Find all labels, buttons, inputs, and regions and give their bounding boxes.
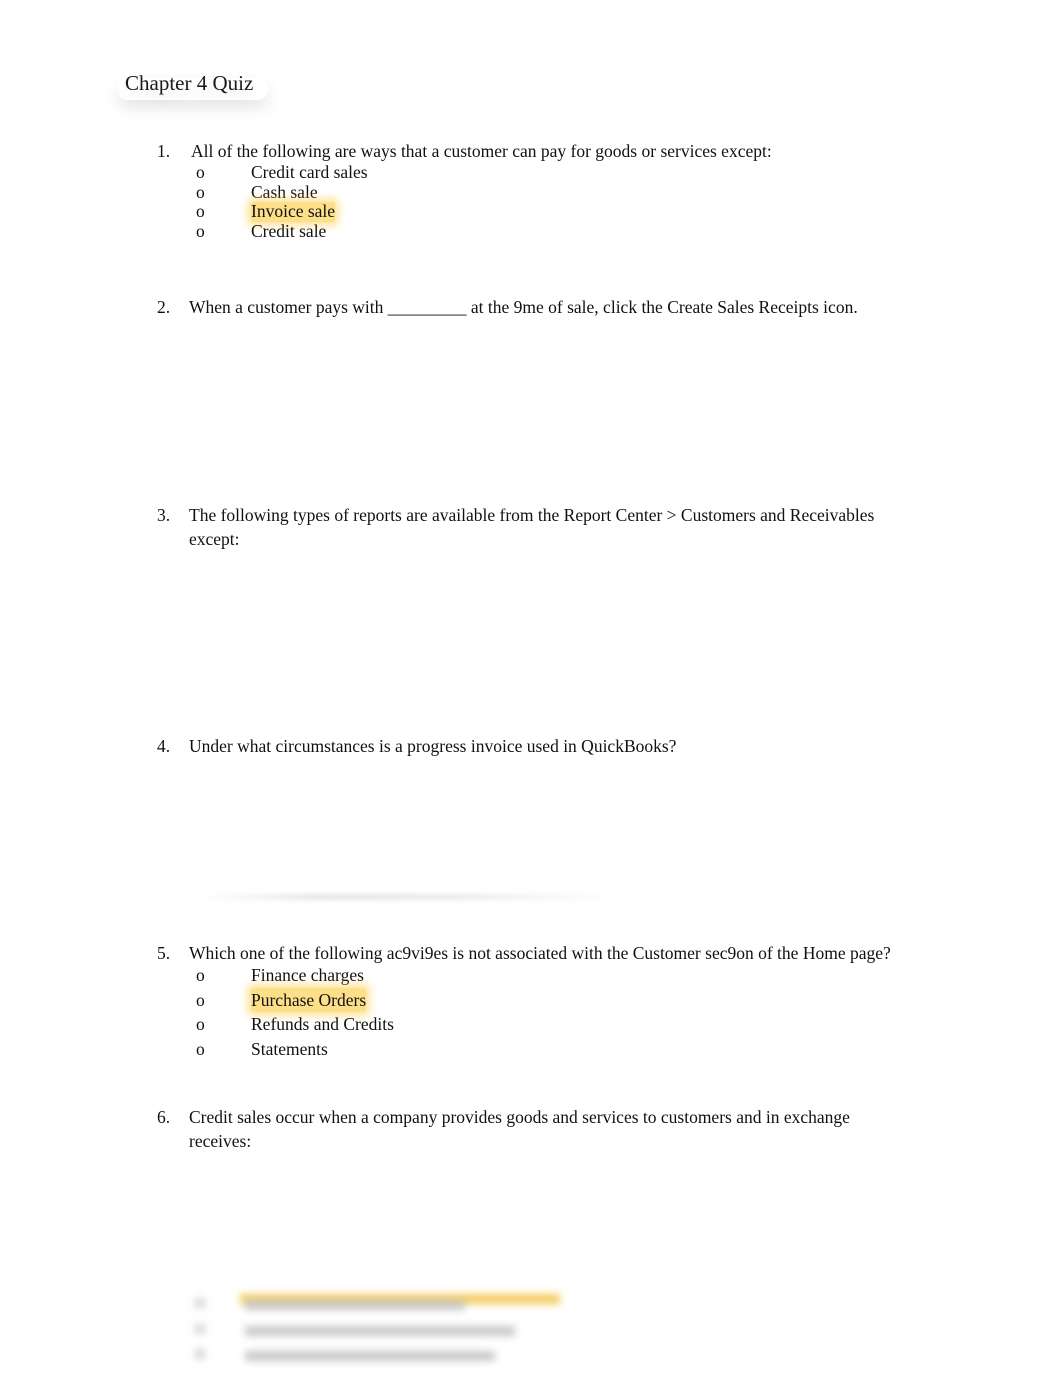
blurred-bullet: [195, 1324, 205, 1334]
question-number: 5.: [157, 943, 171, 963]
blurred-bullet: [195, 1298, 205, 1308]
option-label-highlighted: Invoice sale: [251, 201, 336, 222]
page-title: Chapter 4 Quiz: [125, 71, 254, 95]
option-label: Finance charges: [251, 965, 364, 985]
bullet-icon: o: [196, 201, 205, 221]
question-text: Which one of the following ac9vi9es is n…: [189, 943, 891, 963]
question-text: When a customer pays with _________ at t…: [189, 297, 858, 317]
question-text: Under what circumstances is a progress i…: [189, 736, 677, 756]
option-label-highlighted: Purchase Orders: [251, 987, 367, 1012]
bullet-icon: o: [196, 162, 205, 182]
question-text: All of the following are ways that a cus…: [191, 141, 772, 161]
blurred-line: [245, 1326, 515, 1336]
bullet-icon: o: [196, 181, 205, 202]
question-number: 6.: [157, 1107, 171, 1127]
bullet-icon: o: [196, 1014, 205, 1034]
bullet-icon: o: [196, 965, 205, 985]
question-number: 1.: [157, 141, 171, 161]
blurred-options: [185, 1294, 575, 1369]
blurred-bullet: [195, 1349, 205, 1359]
option-label: Statements: [251, 1038, 328, 1059]
option-label: Credit sale: [251, 220, 327, 241]
bullet-icon: o: [196, 1038, 205, 1059]
option-label: Cash sale: [251, 181, 318, 202]
blurred-line: [245, 1351, 495, 1361]
scan-smudge: [200, 894, 620, 900]
blurred-highlight: [240, 1294, 560, 1304]
blurred-line: [245, 1300, 465, 1310]
option-label: Refunds and Credits: [251, 1014, 394, 1034]
question-text: Credit sales occur when a company provid…: [189, 1107, 850, 1151]
option-label: Credit card sales: [251, 162, 368, 182]
question-text: The following types of reports are avail…: [189, 505, 875, 549]
bullet-icon: o: [196, 220, 205, 241]
bullet-icon: o: [196, 989, 205, 1010]
question-number: 4.: [157, 736, 171, 756]
question-number: 3.: [157, 505, 171, 525]
question-number: 2.: [157, 297, 171, 317]
